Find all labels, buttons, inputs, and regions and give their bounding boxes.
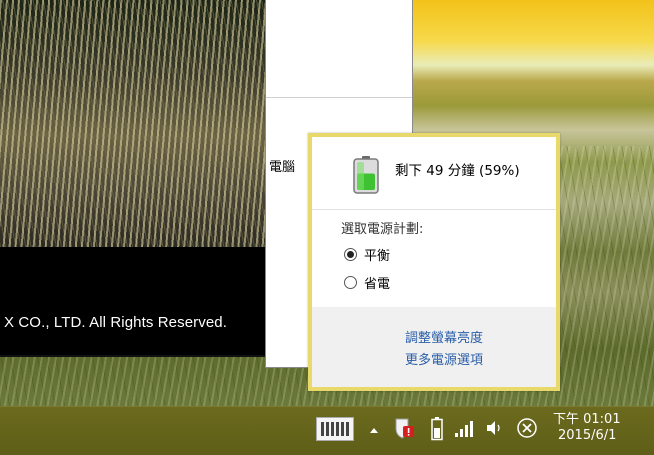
computer-label[interactable]: 電腦 bbox=[269, 156, 295, 175]
power-plan-heading: 選取電源計劃: bbox=[341, 222, 424, 237]
power-plan-label: 平衡 bbox=[364, 248, 391, 264]
battery-icon bbox=[353, 156, 379, 194]
radio-selected-dot bbox=[347, 250, 354, 258]
battery-status-row: 剩下 49 分鐘 (59%) bbox=[312, 137, 556, 209]
security-icon[interactable] bbox=[392, 416, 416, 440]
clock-time[interactable]: 下午 01:01 bbox=[553, 408, 621, 427]
flyout-divider bbox=[312, 209, 556, 210]
game-scene-image bbox=[0, 0, 265, 247]
clock-date[interactable]: 2015/6/1 bbox=[558, 428, 616, 443]
battery-icon[interactable] bbox=[430, 416, 444, 442]
battery-flyout: 剩下 49 分鐘 (59%) 選取電源計劃: 平衡 省電 調整螢幕亮度 更多電源… bbox=[308, 133, 560, 391]
signal-icon[interactable] bbox=[454, 417, 474, 439]
game-window[interactable]: X CO., LTD. All Rights Reserved. bbox=[0, 0, 267, 357]
flyout-links-area: 調整螢幕亮度 更多電源選項 bbox=[312, 307, 556, 387]
game-copyright-text: X CO., LTD. All Rights Reserved. bbox=[4, 314, 227, 331]
volume-icon[interactable] bbox=[484, 416, 504, 440]
keyboard-icon[interactable] bbox=[316, 417, 354, 441]
chevron-up-icon[interactable] bbox=[367, 419, 381, 441]
power-plan-label: 省電 bbox=[364, 276, 391, 292]
more-power-options-link[interactable]: 更多電源選項 bbox=[405, 349, 483, 368]
power-plan-balanced[interactable]: 平衡 bbox=[344, 244, 390, 264]
radio-button-saver[interactable] bbox=[344, 275, 357, 289]
battery-status-text: 剩下 49 分鐘 (59%) bbox=[395, 163, 520, 179]
radio-button-balanced[interactable] bbox=[344, 247, 357, 261]
keyboard-keys bbox=[321, 422, 349, 436]
adjust-brightness-link[interactable]: 調整螢幕亮度 bbox=[405, 327, 483, 346]
power-plan-saver[interactable]: 省電 bbox=[344, 272, 390, 292]
close-circle-icon[interactable] bbox=[516, 417, 538, 439]
window-divider bbox=[266, 97, 412, 98]
